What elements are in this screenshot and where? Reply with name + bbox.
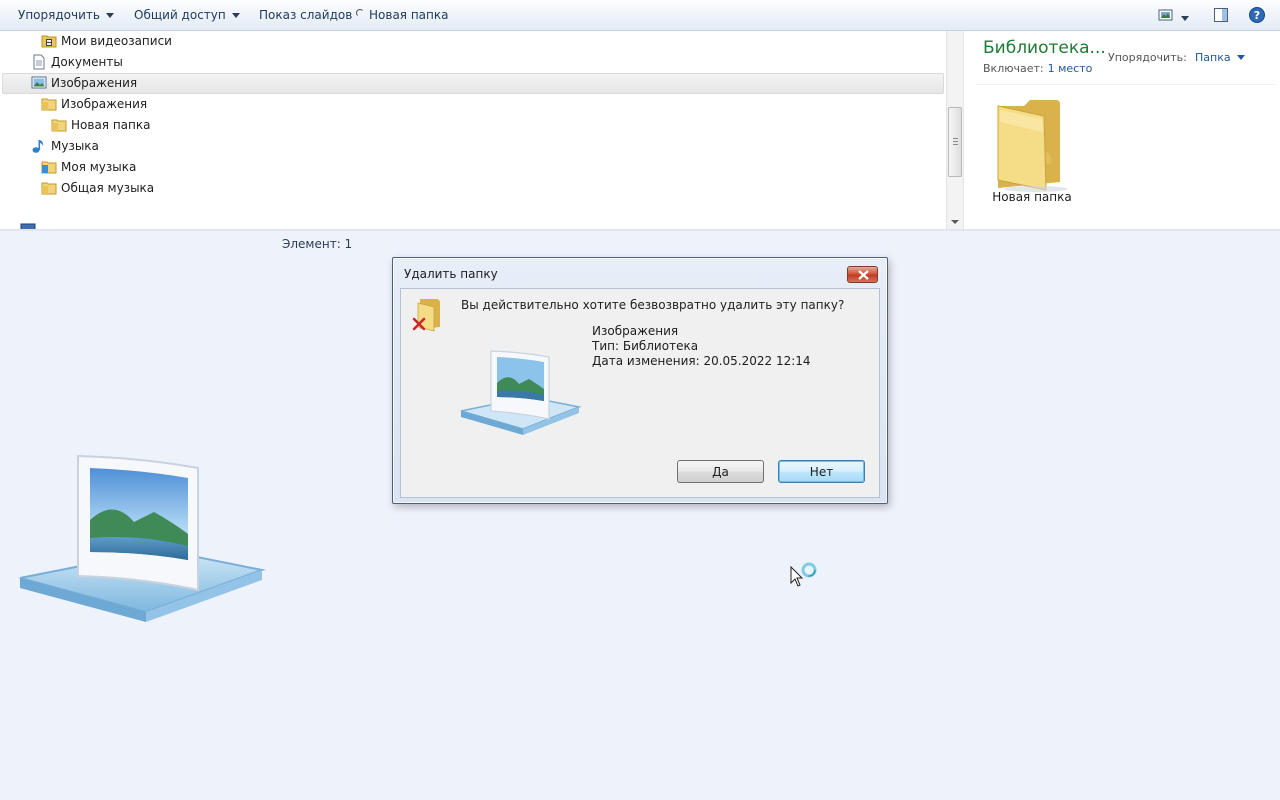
includes-label: Включает: [983,62,1044,75]
no-label: Нет [809,464,834,479]
item-modified-date: Дата изменения: 20.05.2022 12:14 [592,354,811,368]
tree-item-pictures-folder[interactable]: Изображения [41,94,148,115]
divider [976,84,1276,85]
pane-splitter[interactable] [0,229,1280,231]
pictures-library-icon [31,76,47,89]
scrollbar-thumb[interactable] [948,107,962,177]
tree-item-pictures-library[interactable]: Изображения [31,73,138,94]
selected-row-highlight [2,73,944,94]
yes-button[interactable]: Да [677,460,764,483]
video-library-icon [41,35,57,48]
arrange-by-dropdown[interactable]: Папка [1195,51,1245,64]
chevron-down-icon [1181,16,1189,21]
scroll-down-icon[interactable] [951,220,959,224]
tree-item-label: Общая музыка [61,181,155,195]
chevron-down-icon [231,13,240,18]
folder-icon [41,182,57,195]
view-icon [1158,9,1173,21]
folder-icon[interactable] [990,92,1074,192]
includes-locations-link[interactable]: 1 место [1048,62,1093,75]
chevron-down-icon [1236,55,1245,60]
arrange-by-value: Папка [1195,51,1231,64]
preview-pane-icon [1214,8,1228,22]
no-button[interactable]: Нет [778,460,865,483]
preview-pane-button[interactable] [1213,7,1229,23]
navigation-pane: Мои видеозаписи Документы Изображения Из… [0,31,946,229]
tree-item-label: Музыка [51,139,99,153]
new-folder-button[interactable]: Новая папка [356,0,448,30]
tree-item-label: Новая папка [71,118,151,132]
tree-item-new-folder[interactable]: Новая папка [51,115,151,136]
item-type: Тип: Библиотека [592,339,699,353]
item-count: Элемент: 1 [282,237,353,251]
svg-text:?: ? [1254,9,1260,22]
arrange-by-label: Упорядочить: [1108,51,1187,64]
item-name: Изображения [592,324,679,338]
confirm-question: Вы действительно хотите безвозвратно уда… [461,298,845,312]
dialog-title: Удалить папку [404,267,498,281]
loading-spinner-icon [356,9,364,17]
tree-item-label: Мои видеозаписи [61,34,172,48]
close-icon [858,270,869,280]
slideshow-label: Показ слайдов [259,8,353,22]
dialog-body: Вы действительно хотите безвозвратно уда… [400,288,880,498]
library-pane: Библиотека... Включает: 1 место Упорядочи… [963,31,1280,229]
library-includes: Включает: 1 место [983,62,1092,75]
tree-item-public-music[interactable]: Общая музыка [41,178,155,199]
delete-folder-dialog: Удалить папку Вы действительно хотите бе… [392,257,888,504]
documents-icon [33,54,45,70]
tree-item-label: Моя музыка [61,160,137,174]
folder-label: Новая папка [992,190,1072,204]
view-dropdown-button[interactable] [1181,11,1191,21]
close-button[interactable] [847,266,878,283]
folder-icon [41,98,57,111]
busy-cursor-icon [790,562,817,587]
view-options-button[interactable] [1158,7,1174,23]
delete-folder-icon [412,299,440,332]
tree-item-music[interactable]: Музыка [32,136,99,157]
pictures-library-icon [460,350,582,435]
music-icon [32,140,44,153]
tree-item-label: Документы [51,55,123,69]
navigation-scrollbar[interactable] [946,31,963,229]
help-button[interactable]: ? [1249,7,1265,23]
tree-item-my-videos[interactable]: Мои видеозаписи [41,31,172,52]
organize-button[interactable]: Упорядочить [18,0,114,30]
tree-item-label: Изображения [51,76,138,90]
tree-item-label: Изображения [61,97,148,111]
organize-label: Упорядочить [18,8,100,22]
tree-item-my-music[interactable]: Моя музыка [41,157,137,178]
folder-icon [41,161,57,174]
folder-icon [51,119,67,132]
tree-item-documents[interactable]: Документы [33,52,123,73]
chevron-down-icon [105,13,114,18]
yes-label: Да [712,464,729,479]
slideshow-button[interactable]: Показ слайдов [259,0,352,30]
share-label: Общий доступ [134,8,226,22]
share-button[interactable]: Общий доступ [134,0,240,30]
command-bar: Упорядочить Общий доступ Показ слайдов Н… [0,0,1280,31]
new-folder-label: Новая папка [369,8,449,22]
help-icon: ? [1249,7,1265,23]
item-details: Изображения Тип: Библиотека Дата изменен… [592,324,811,369]
library-title: Библиотека... [983,38,1106,58]
pictures-library-icon [19,454,266,622]
